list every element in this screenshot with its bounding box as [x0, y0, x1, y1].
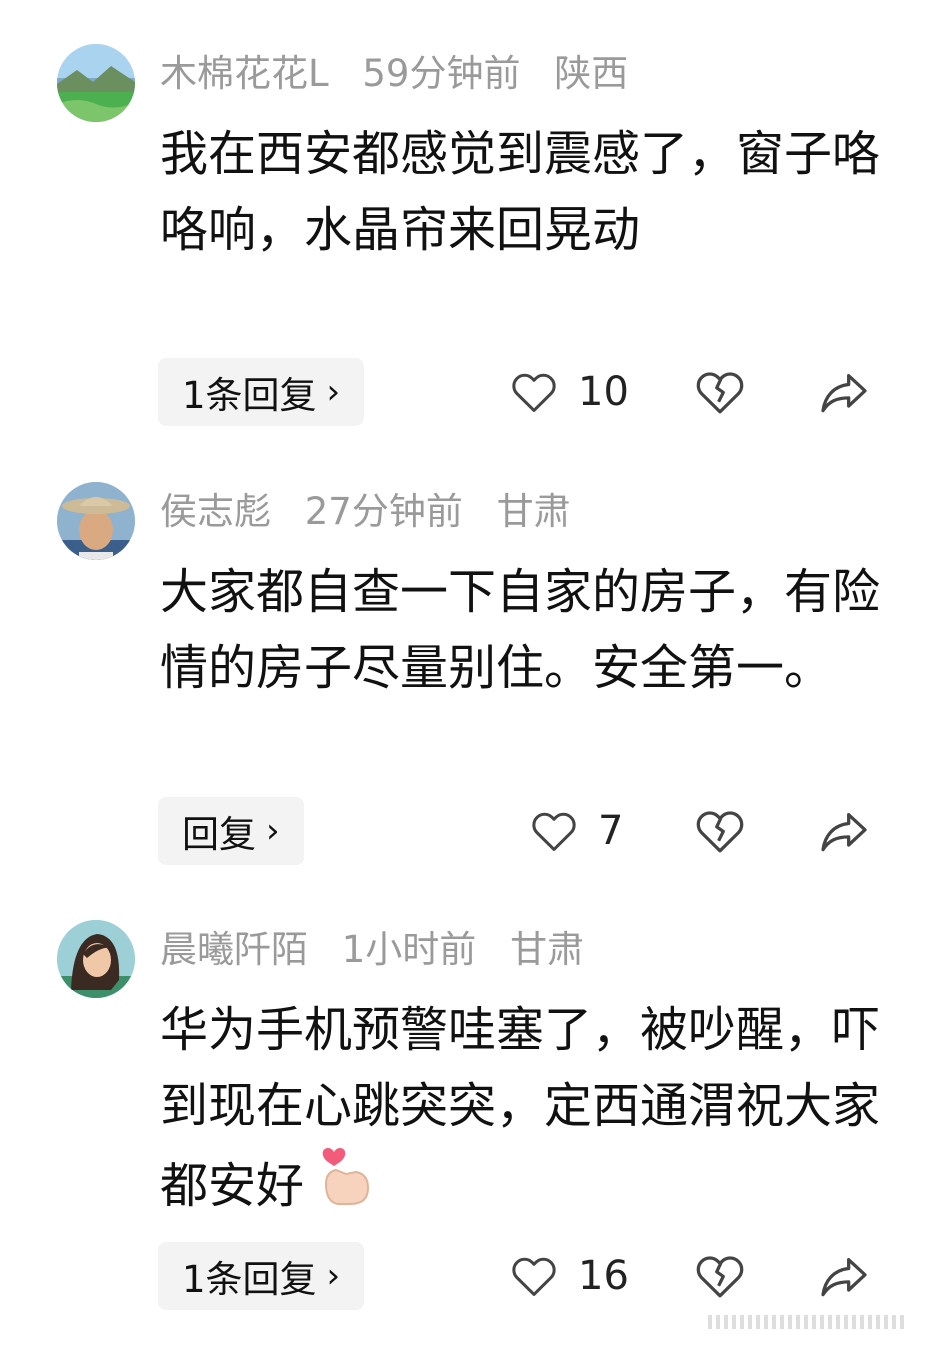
heart-icon	[512, 373, 556, 412]
man-in-hat-avatar-icon	[57, 482, 135, 560]
reply-button[interactable]: 1条回复 ›	[158, 1242, 365, 1310]
like-count: 16	[578, 1253, 629, 1299]
watermark	[708, 1315, 908, 1329]
reply-button[interactable]: 1条回复 ›	[158, 358, 365, 426]
reply-label: 1条回复	[182, 374, 317, 417]
finger-heart-emoji-icon	[322, 1148, 370, 1205]
broken-heart-icon[interactable]	[692, 803, 748, 859]
comment-text: 华为手机预警哇塞了，被吵醒，吓到现在心跳突突，定西通渭祝大家都安好	[160, 992, 880, 1224]
timestamp: 27分钟前	[304, 490, 463, 533]
like-button[interactable]: 10	[508, 358, 629, 426]
location: 甘肃	[510, 928, 585, 971]
like-count: 10	[578, 369, 629, 415]
user-avatar[interactable]	[57, 482, 135, 560]
location: 陕西	[554, 52, 629, 95]
username[interactable]: 晨曦阡陌	[160, 928, 308, 971]
reply-button[interactable]: 回复 ›	[158, 797, 304, 865]
woman-portrait-avatar-icon	[57, 920, 135, 998]
broken-heart-icon[interactable]	[692, 1248, 748, 1304]
chevron-right-icon: ›	[266, 811, 280, 851]
username[interactable]: 木棉花花L	[160, 52, 329, 95]
landscape-avatar-icon	[57, 44, 135, 122]
timestamp: 1小时前	[341, 928, 477, 971]
share-icon[interactable]	[816, 364, 872, 420]
chevron-right-icon: ›	[326, 1256, 341, 1296]
share-icon[interactable]	[816, 803, 872, 859]
like-button[interactable]: 7	[528, 797, 623, 865]
user-avatar[interactable]	[57, 44, 135, 122]
reply-label: 回复	[182, 813, 256, 856]
comment-meta: 侯志彪 27分钟前 甘肃	[160, 488, 593, 536]
chevron-right-icon: ›	[326, 372, 341, 412]
like-count: 7	[598, 808, 624, 854]
like-button[interactable]: 16	[508, 1242, 629, 1310]
heart-icon	[512, 1257, 556, 1296]
share-icon[interactable]	[816, 1248, 872, 1304]
comment-text: 我在西安都感觉到震感了，窗子咯咯响，水晶帘来回晃动	[160, 126, 881, 258]
broken-heart-icon[interactable]	[692, 364, 748, 420]
location: 甘肃	[496, 490, 571, 533]
heart-icon	[532, 812, 576, 851]
reply-label: 1条回复	[182, 1258, 317, 1301]
username[interactable]: 侯志彪	[160, 490, 271, 533]
user-avatar[interactable]	[57, 920, 135, 998]
comment-meta: 木棉花花L 59分钟前 陕西	[160, 50, 650, 98]
comment-meta: 晨曦阡陌 1小时前 甘肃	[160, 926, 606, 974]
comment-text-content: 华为手机预警哇塞了，被吵醒，吓到现在心跳突突，定西通渭祝大家都安好	[160, 1002, 881, 1214]
comment-text: 大家都自查一下自家的房子，有险情的房子尽量别住。安全第一。	[160, 564, 881, 696]
timestamp: 59分钟前	[362, 52, 521, 95]
